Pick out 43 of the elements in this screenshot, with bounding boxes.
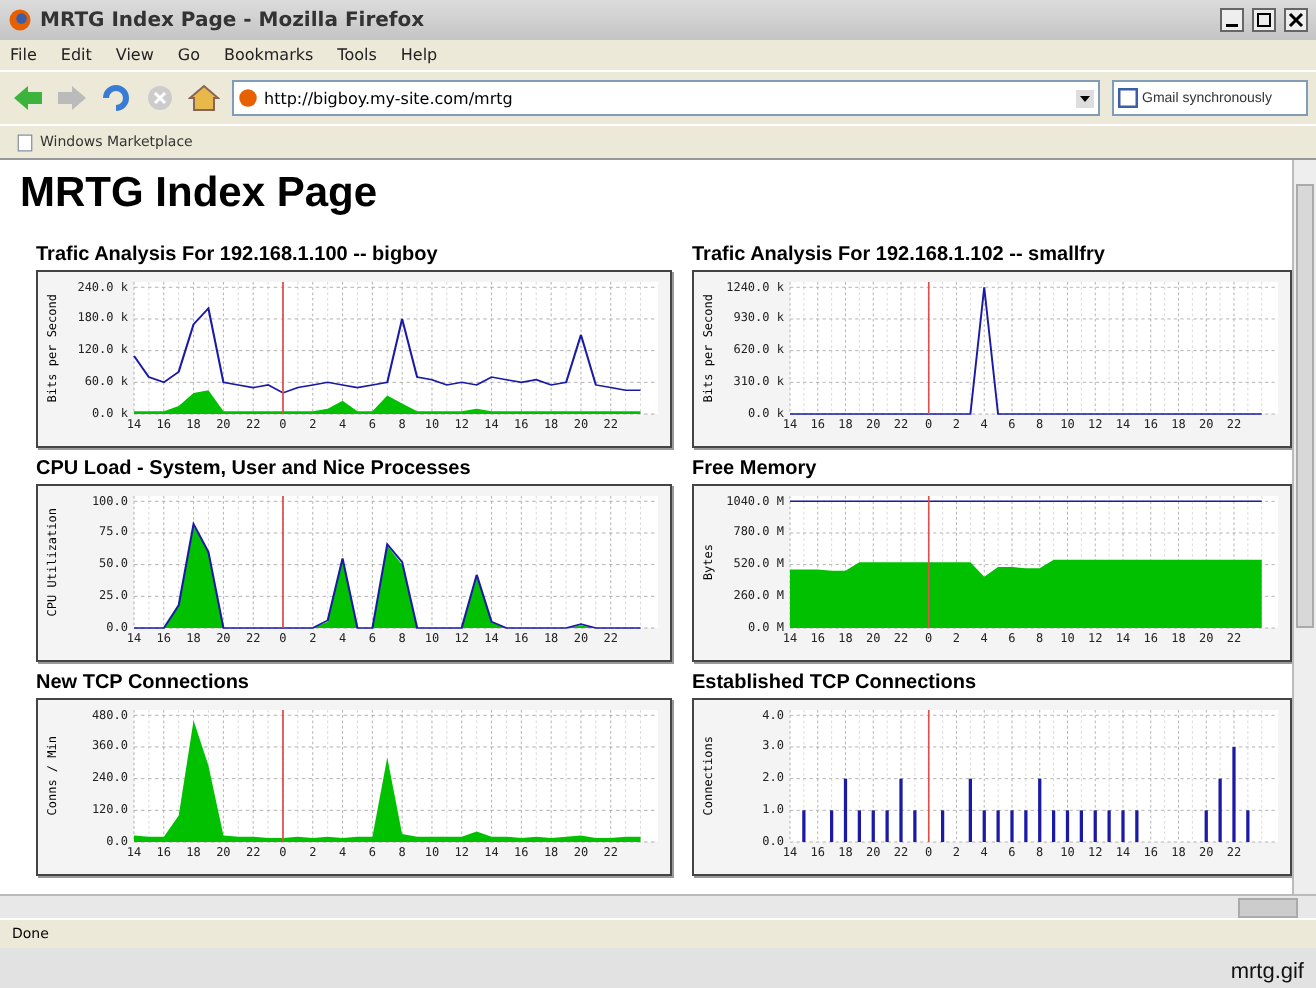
- menu-item[interactable]: Tools: [337, 46, 377, 64]
- home-button[interactable]: [188, 82, 220, 114]
- page-logo-icon: [238, 88, 258, 108]
- graph-title: CPU Load - System, User and Nice Processes: [36, 458, 473, 482]
- menu-item[interactable]: Bookmarks: [223, 46, 314, 64]
- dropdown-icon: [1076, 89, 1094, 107]
- maximize-button[interactable]: [1252, 8, 1276, 32]
- midnight-marker-line: [928, 709, 930, 843]
- forward-arrow-icon: [56, 82, 88, 114]
- search-engine-icon: [1118, 88, 1138, 108]
- menu-item[interactable]: Help: [400, 46, 438, 64]
- graph-title: Trafic Analysis For 192.168.1.100 -- bigboy: [36, 244, 440, 268]
- graph-title: New TCP Connections: [36, 672, 251, 696]
- page-icon: [16, 133, 34, 151]
- line-series: [133, 307, 642, 394]
- browser-logo-icon: [8, 8, 32, 32]
- back-arrow-icon: [12, 82, 44, 114]
- vertical-scrollbar[interactable]: [1292, 160, 1316, 894]
- home-icon: [188, 82, 220, 114]
- graph-title: Established TCP Connections: [692, 672, 979, 696]
- graph-title: Trafic Analysis For 192.168.1.102 -- smallfry: [692, 244, 1107, 268]
- close-button[interactable]: [1284, 8, 1308, 32]
- menu-item[interactable]: File: [10, 46, 37, 64]
- maximize-icon: [1256, 12, 1272, 28]
- midnight-marker-line: [928, 281, 930, 415]
- menu-item[interactable]: View: [115, 46, 154, 64]
- graph-title: Free Memory: [692, 458, 819, 482]
- page-heading: MRTG Index Page: [20, 168, 380, 220]
- close-icon: [1288, 12, 1304, 28]
- window-title: MRTG Index Page - Mozilla Firefox: [40, 9, 427, 31]
- menu-item[interactable]: Edit: [60, 46, 92, 64]
- image-caption: mrtg.gif: [1230, 960, 1304, 984]
- address-bar[interactable]: http://bigboy.my-site.com/mrtg: [232, 80, 1100, 116]
- horizontal-scrollbar[interactable]: [0, 894, 1316, 918]
- back-button[interactable]: [12, 82, 44, 114]
- minimize-button[interactable]: [1220, 8, 1244, 32]
- reload-icon: [100, 82, 132, 114]
- reload-button[interactable]: [100, 82, 132, 114]
- menu-item[interactable]: Go: [177, 46, 200, 64]
- midnight-marker-line: [928, 495, 930, 629]
- midnight-marker-line: [282, 709, 284, 843]
- midnight-marker-line: [282, 281, 284, 415]
- stop-icon: [144, 82, 176, 114]
